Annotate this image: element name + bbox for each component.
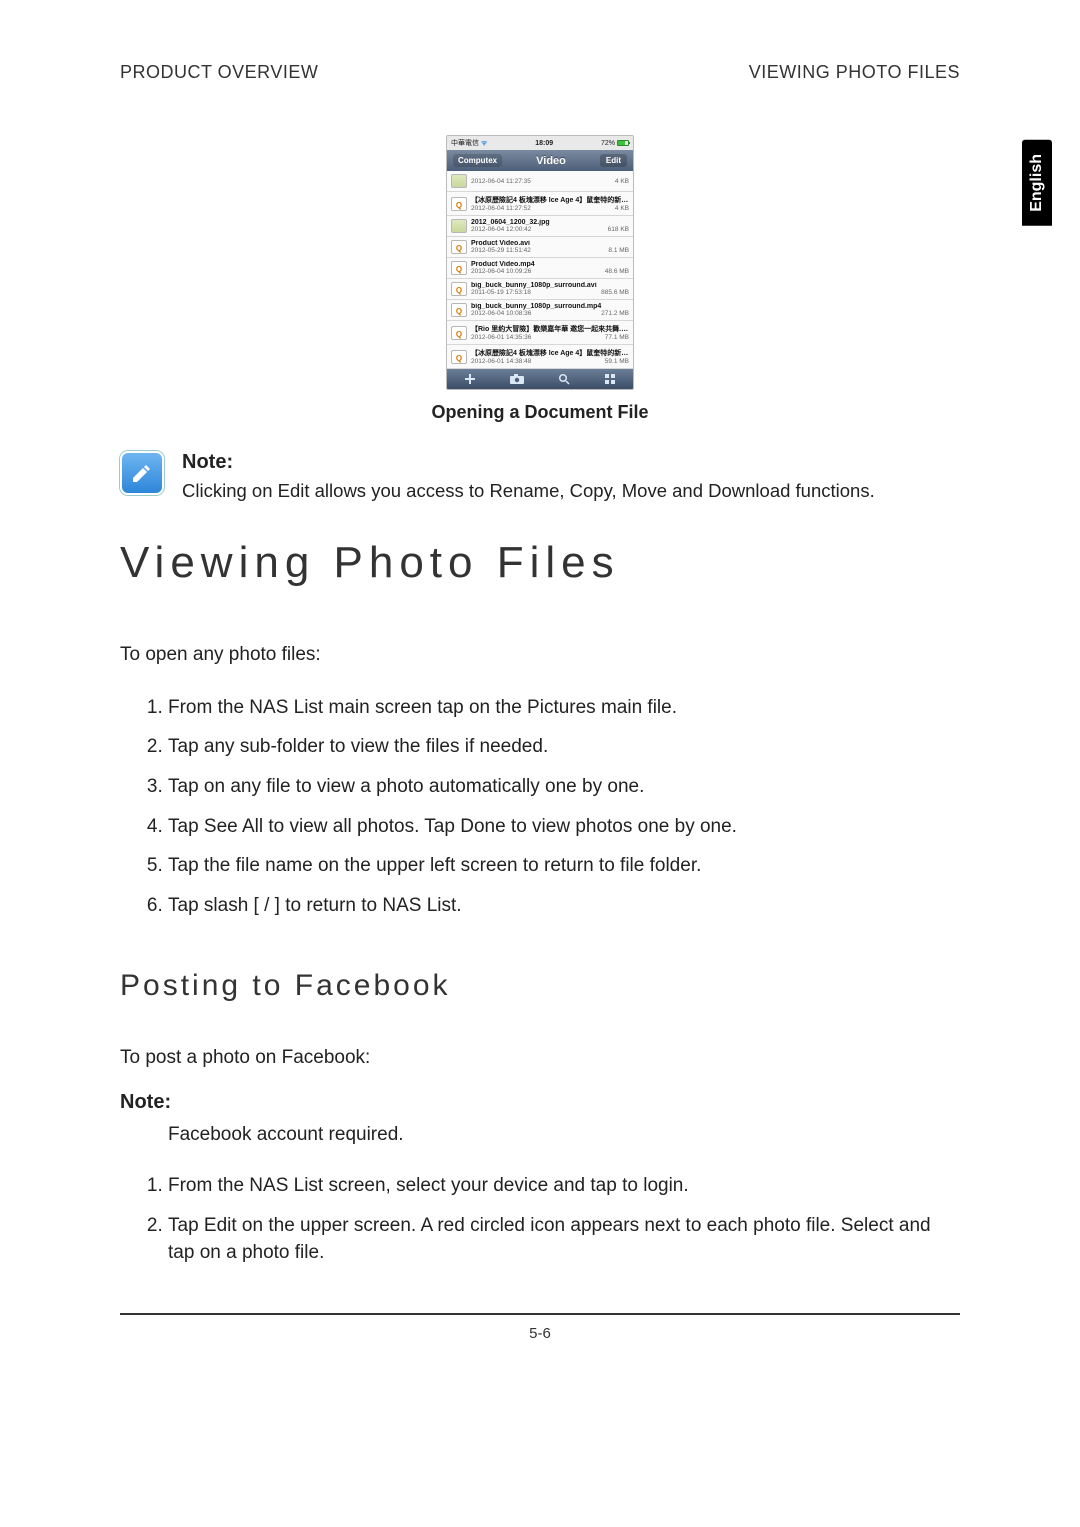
- status-bar: 中華電信 ᯤ 18:09 72%: [447, 136, 633, 150]
- file-row[interactable]: big_buck_bunny_1080p_surround.avi2011-05…: [447, 279, 633, 300]
- file-thumbnail: [451, 282, 467, 296]
- step-item: Tap See All to view all photos. Tap Done…: [168, 807, 960, 847]
- file-thumbnail: [451, 261, 467, 275]
- step-item: Tap on any file to view a photo automati…: [168, 767, 960, 807]
- section-heading: Viewing Photo Files: [120, 538, 960, 588]
- file-size: 77.1 MB: [605, 334, 629, 341]
- intro-text: To open any photo files:: [120, 644, 960, 666]
- file-name: 【Rio 里約大冒險】歡樂嘉年華 邀您一起來共舞.mp4: [471, 324, 629, 334]
- file-size: 8.1 MB: [608, 247, 629, 254]
- page-header: Product Overview Viewing Photo Files: [120, 62, 960, 83]
- file-thumbnail: [451, 219, 467, 233]
- back-button[interactable]: Computex: [453, 154, 502, 167]
- file-date: 2012-06-04 12:00:42: [471, 226, 531, 233]
- step-item: Tap the file name on the upper left scre…: [168, 846, 960, 886]
- add-icon[interactable]: [464, 373, 476, 385]
- subsection-heading: Posting to Facebook: [120, 969, 960, 1003]
- status-time: 18:09: [535, 140, 553, 147]
- page-number: 5-6: [120, 1325, 960, 1342]
- step-item: From the NAS List screen, select your de…: [168, 1166, 960, 1206]
- battery-icon: [617, 140, 629, 146]
- battery-percent: 72%: [601, 140, 615, 147]
- file-size: 885.6 MB: [601, 289, 629, 296]
- file-name: Product Video.avi: [471, 240, 629, 247]
- file-size: 4 KB: [615, 205, 629, 212]
- file-thumbnail: [451, 197, 467, 211]
- file-name: Product Video.mp4: [471, 261, 629, 268]
- file-size: 271.2 MB: [601, 310, 629, 317]
- figure-caption: Opening a Document File: [120, 402, 960, 423]
- file-thumbnail: [451, 174, 467, 188]
- footer-rule: [120, 1313, 960, 1315]
- file-row[interactable]: 2012-06-04 11:27:35 4 KB: [447, 171, 633, 192]
- note-title: Note:: [182, 451, 875, 474]
- grid-icon[interactable]: [604, 373, 616, 385]
- file-thumbnail: [451, 326, 467, 340]
- file-thumbnail: [451, 240, 467, 254]
- file-thumbnail: [451, 303, 467, 317]
- search-icon[interactable]: [558, 373, 570, 385]
- note-box: Note: Clicking on Edit allows you access…: [120, 451, 960, 504]
- bottom-toolbar: [447, 369, 633, 389]
- step-item: Tap slash [ / ] to return to NAS List.: [168, 886, 960, 926]
- file-name: 【冰原歷險記4 板塊漂移 Ice Age 4】鼠奎特的新世紀之章.mp4: [471, 195, 629, 205]
- file-name: big_buck_bunny_1080p_surround.avi: [471, 282, 629, 289]
- file-thumbnail: [451, 350, 467, 364]
- file-date: 2012-05-29 11:51:42: [471, 247, 531, 254]
- file-name: big_buck_bunny_1080p_surround.mp4: [471, 303, 629, 310]
- file-date: 2011-05-19 17:53:18: [471, 289, 531, 296]
- file-date: 2012-06-04 11:27:52: [471, 205, 531, 212]
- file-name: 2012_0604_1200_32.jpg: [471, 219, 629, 226]
- edit-button[interactable]: Edit: [600, 154, 627, 167]
- note-text: Clicking on Edit allows you access to Re…: [182, 478, 875, 504]
- steps-list: From the NAS List main screen tap on the…: [168, 688, 960, 925]
- intro2-text: To post a photo on Facebook:: [120, 1047, 960, 1069]
- step-item: Tap any sub-folder to view the files if …: [168, 727, 960, 767]
- file-row[interactable]: Product Video.mp42012-06-04 10:09:26 48.6…: [447, 258, 633, 279]
- file-date: 2012-06-01 14:35:36: [471, 334, 531, 341]
- note-icon: [120, 451, 164, 495]
- header-right: Viewing Photo Files: [749, 62, 960, 83]
- carrier-label: 中華電信: [451, 140, 479, 147]
- nav-title: Video: [536, 155, 566, 167]
- file-row[interactable]: 【冰原歷險記4 板塊漂移 Ice Age 4】鼠奎特的新世紀之章.mp42012…: [447, 345, 633, 369]
- header-left: Product Overview: [120, 62, 318, 83]
- file-name: 【冰原歷險記4 板塊漂移 Ice Age 4】鼠奎特的新世紀之章.mp4: [471, 348, 629, 358]
- steps2-list: From the NAS List screen, select your de…: [168, 1166, 960, 1273]
- file-date: 2012-06-01 14:38:48: [471, 358, 531, 365]
- file-size: 4 KB: [615, 178, 629, 185]
- file-size: 48.6 MB: [605, 268, 629, 275]
- step-item: From the NAS List main screen tap on the…: [168, 688, 960, 728]
- file-date: 2012-06-04 10:08:36: [471, 310, 531, 317]
- wifi-icon: ᯤ: [481, 140, 487, 147]
- file-row[interactable]: big_buck_bunny_1080p_surround.mp42012-06…: [447, 300, 633, 321]
- file-date: 2012-06-04 11:27:35: [471, 178, 531, 185]
- camera-icon[interactable]: [510, 374, 524, 384]
- file-row[interactable]: 【冰原歷險記4 板塊漂移 Ice Age 4】鼠奎特的新世紀之章.mp42012…: [447, 192, 633, 216]
- nav-bar: Computex Video Edit: [447, 150, 633, 171]
- step-item: Tap Edit on the upper screen. A red circ…: [168, 1206, 960, 1273]
- note2-text: Facebook account required.: [168, 1124, 960, 1146]
- file-size: 59.1 MB: [605, 358, 629, 365]
- file-row[interactable]: 2012_0604_1200_32.jpg2012-06-04 12:00:42…: [447, 216, 633, 237]
- language-tab: English: [1022, 140, 1052, 226]
- file-date: 2012-06-04 10:09:26: [471, 268, 531, 275]
- file-size: 618 KB: [608, 226, 629, 233]
- note2-title: Note:: [120, 1091, 960, 1114]
- file-row[interactable]: 【Rio 里約大冒險】歡樂嘉年華 邀您一起來共舞.mp42012-06-01 1…: [447, 321, 633, 345]
- phone-screenshot: 中華電信 ᯤ 18:09 72% Computex Video Edit 201…: [446, 135, 634, 390]
- file-row[interactable]: Product Video.avi2012-05-29 11:51:42 8.1 …: [447, 237, 633, 258]
